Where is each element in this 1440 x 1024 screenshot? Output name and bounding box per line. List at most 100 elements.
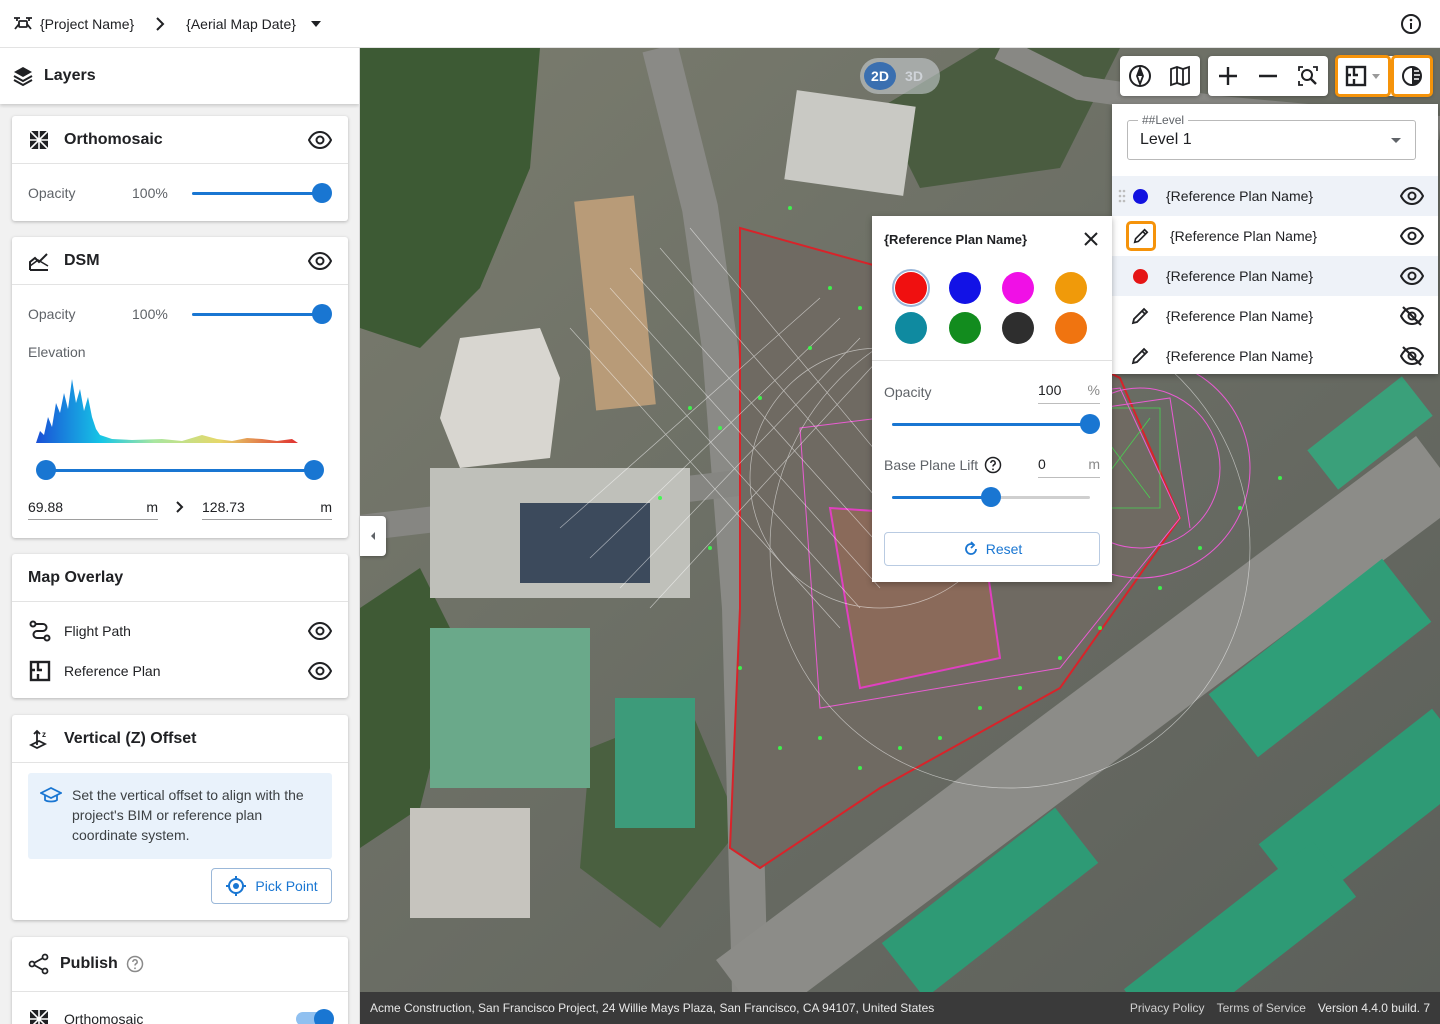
project-name[interactable]: {Project Name}: [40, 16, 134, 32]
close-icon[interactable]: [1082, 230, 1100, 248]
privacy-link[interactable]: Privacy Policy: [1130, 1001, 1205, 1015]
pick-point-button[interactable]: Pick Point: [211, 868, 332, 904]
elevation-max-value: 128.73: [202, 498, 245, 515]
slider-fill: [192, 192, 322, 195]
plan-row[interactable]: {Reference Plan Name}: [1112, 296, 1438, 336]
eye-off-icon[interactable]: [1400, 304, 1424, 328]
plan-row[interactable]: {Reference Plan Name}: [1112, 176, 1438, 216]
footer: Acme Construction, San Francisco Project…: [360, 992, 1440, 1024]
plan-name: {Reference Plan Name}: [1166, 308, 1314, 324]
dsm-card: DSM Opacity 100% Elevation 69.88 m 128.7…: [12, 237, 348, 538]
color-swatch-magenta[interactable]: [1002, 272, 1034, 304]
reference-plan-menu-button[interactable]: [1335, 55, 1391, 97]
elevation-max-field[interactable]: 128.73 m: [202, 494, 332, 520]
eye-icon[interactable]: [1400, 264, 1424, 288]
plan-row[interactable]: {Reference Plan Name}: [1112, 216, 1438, 256]
publish-card: Publish Orthomosaic: [12, 937, 348, 1024]
basemap-button[interactable]: [1160, 56, 1200, 96]
dsm-opacity-slider[interactable]: [192, 304, 332, 324]
lift-unit: m: [1088, 455, 1100, 472]
plan-opacity-slider[interactable]: [892, 414, 1100, 434]
popup-divider: [872, 360, 1112, 361]
mode-2d-button[interactable]: 2D: [864, 62, 896, 90]
publish-toggle[interactable]: [296, 1009, 334, 1024]
slider-fill: [46, 469, 314, 472]
level-value: Level 1: [1140, 131, 1192, 148]
elevation-min-field[interactable]: 69.88 m: [28, 494, 158, 520]
pencil-icon[interactable]: [1130, 346, 1150, 366]
plan-color-dot[interactable]: [1133, 188, 1148, 204]
plan-style-popup: {Reference Plan Name} Opacity 100 % Base…: [872, 216, 1112, 582]
zoom-fit-icon: [1298, 66, 1318, 86]
map-date[interactable]: {Aerial Map Date}: [186, 16, 296, 32]
compare-button[interactable]: [1391, 55, 1433, 97]
help-icon[interactable]: [984, 456, 1002, 474]
level-select[interactable]: ##Level Level 1: [1127, 113, 1416, 160]
drag-handle-icon[interactable]: [1118, 189, 1126, 203]
eye-icon[interactable]: [1400, 184, 1424, 208]
slider-thumb[interactable]: [1080, 414, 1100, 434]
view-mode-toggle[interactable]: 2D 3D: [860, 58, 940, 94]
drone-icon: [14, 16, 32, 30]
color-swatch-red[interactable]: [895, 272, 927, 304]
collapse-sidebar-button[interactable]: [360, 516, 386, 556]
plan-row[interactable]: {Reference Plan Name}: [1112, 256, 1438, 296]
compass-button[interactable]: [1120, 56, 1160, 96]
slider-thumb[interactable]: [312, 183, 332, 203]
edit-color-button[interactable]: [1126, 221, 1156, 251]
reset-button[interactable]: Reset: [884, 532, 1100, 566]
elevation-label: Elevation: [28, 344, 86, 360]
eye-icon[interactable]: [308, 249, 332, 273]
lift-field[interactable]: 0 m: [1038, 450, 1100, 478]
plan-row[interactable]: {Reference Plan Name}: [1112, 336, 1438, 376]
layers-icon: [13, 67, 33, 87]
overlay-group: [1335, 55, 1433, 97]
opacity-unit: %: [1087, 381, 1100, 398]
layers-sidebar: Layers Orthomosaic Opacity 100% DSM Opac…: [0, 48, 360, 1024]
mode-3d-button[interactable]: 3D: [896, 68, 932, 84]
eye-icon[interactable]: [308, 128, 332, 152]
chevron-right-icon: [176, 501, 184, 513]
terms-link[interactable]: Terms of Service: [1217, 1001, 1306, 1015]
unit-label: m: [320, 498, 332, 515]
orthomosaic-opacity-slider[interactable]: [192, 183, 332, 203]
base-plane-lift-slider[interactable]: [892, 487, 1090, 507]
slider-thumb-min[interactable]: [36, 460, 56, 480]
eye-icon[interactable]: [308, 619, 332, 643]
caret-down-icon: [1372, 74, 1380, 79]
color-swatch-green[interactable]: [949, 312, 981, 344]
slider-thumb-max[interactable]: [304, 460, 324, 480]
plan-color-dot[interactable]: [1133, 268, 1148, 284]
eye-icon[interactable]: [308, 659, 332, 683]
publish-orthomosaic-label: Orthomosaic: [64, 1011, 144, 1024]
eye-icon[interactable]: [1400, 224, 1424, 248]
dsm-header: DSM: [12, 237, 348, 285]
plan-list: {Reference Plan Name} {Reference Plan Na…: [1112, 176, 1438, 376]
color-swatch-dark-orange[interactable]: [1055, 312, 1087, 344]
pencil-icon[interactable]: [1130, 306, 1150, 326]
opacity-field[interactable]: 100 %: [1038, 376, 1100, 404]
opacity-value: 100%: [132, 185, 168, 201]
color-swatch-charcoal[interactable]: [1002, 312, 1034, 344]
zoom-out-button[interactable]: [1248, 56, 1288, 96]
eye-off-icon[interactable]: [1400, 344, 1424, 368]
zoom-extent-button[interactable]: [1288, 56, 1328, 96]
info-icon[interactable]: [1400, 13, 1422, 35]
compass-icon: [1129, 65, 1151, 87]
slider-thumb[interactable]: [312, 304, 332, 324]
zoom-in-button[interactable]: [1208, 56, 1248, 96]
color-swatch-teal[interactable]: [895, 312, 927, 344]
orthomosaic-icon: [29, 1009, 49, 1024]
color-swatch-blue[interactable]: [949, 272, 981, 304]
plan-name: {Reference Plan Name}: [1166, 188, 1314, 204]
caret-down-icon[interactable]: [308, 16, 324, 32]
map-overlay-title: Map Overlay: [28, 568, 124, 586]
elevation-range-slider[interactable]: [36, 460, 324, 480]
reference-plan-icon: [29, 660, 51, 682]
color-swatch-orange[interactable]: [1055, 272, 1087, 304]
chevron-right-icon: [156, 16, 165, 31]
plus-icon: [1219, 67, 1237, 85]
help-icon[interactable]: [126, 955, 144, 973]
map-view[interactable]: 2D 3D 1 3 2 ##Lev: [360, 48, 1440, 992]
slider-thumb[interactable]: [981, 487, 1001, 507]
